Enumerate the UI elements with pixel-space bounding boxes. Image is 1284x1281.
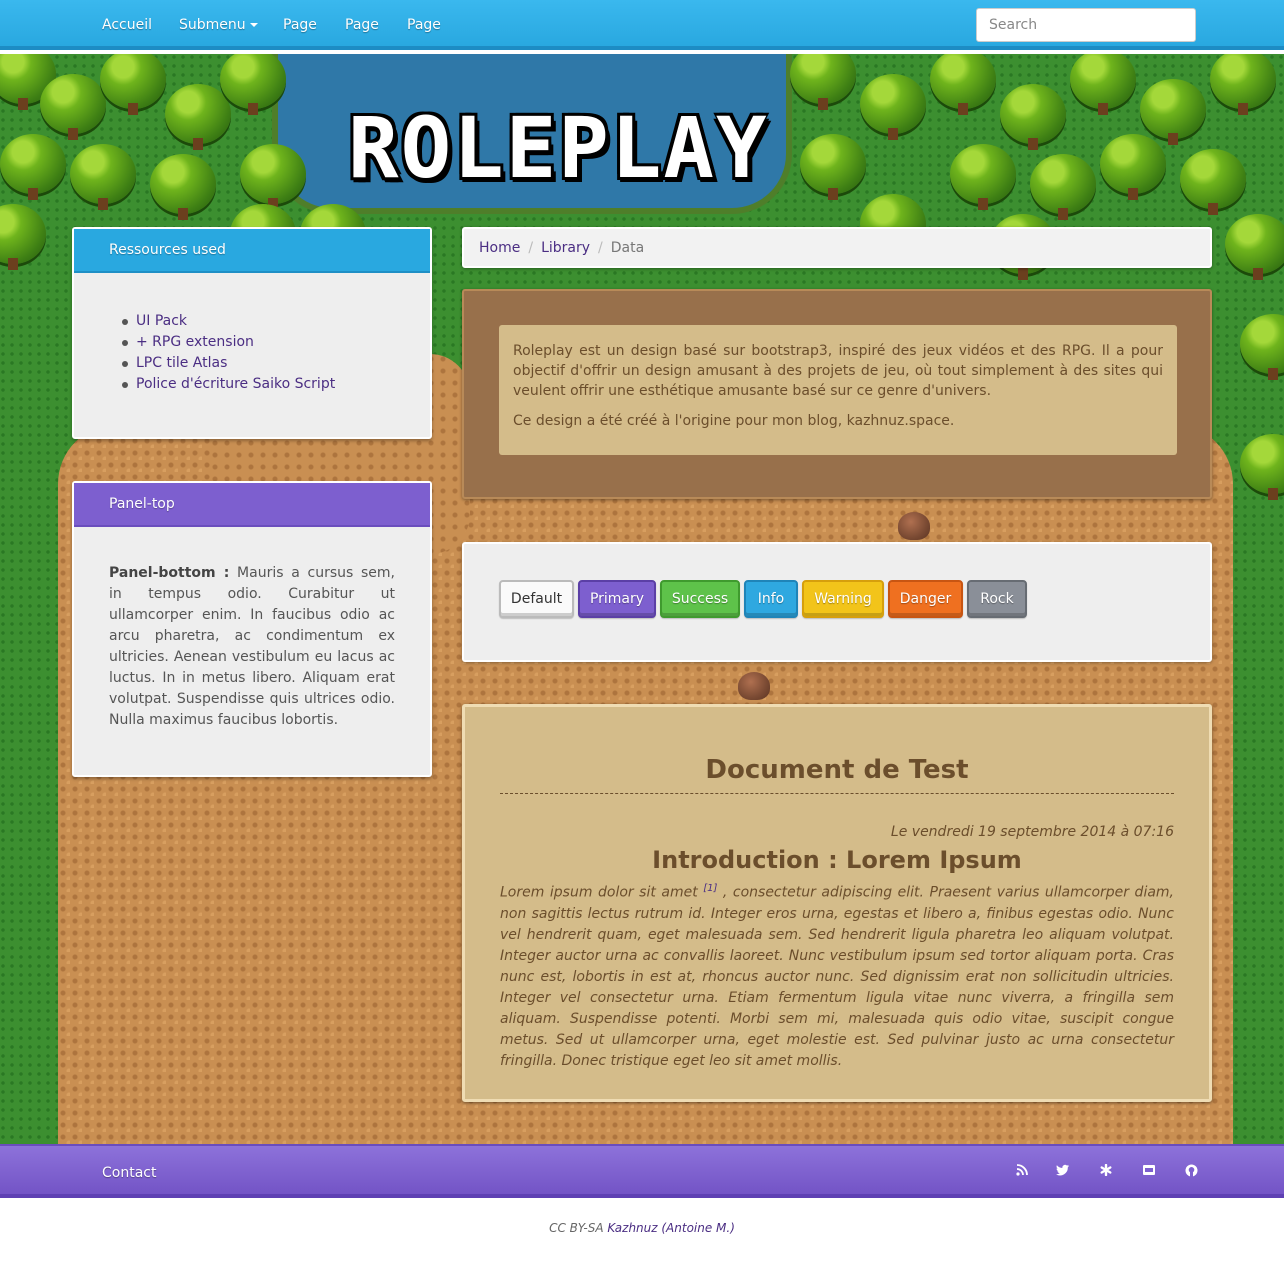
breadcrumb-active: Data <box>610 240 645 256</box>
credits-license: CC BY-SA <box>549 1221 608 1235</box>
tree-icon <box>70 144 136 210</box>
tree-icon <box>1180 149 1246 215</box>
resources-list: UI Pack + RPG extension LPC tile Atlas P… <box>74 273 430 395</box>
caret-down-icon <box>249 23 258 27</box>
nav-item-accueil[interactable]: Accueil <box>102 17 152 33</box>
tree-icon <box>950 144 1016 210</box>
tree-icon <box>1030 154 1096 220</box>
document-body: Lorem ipsum dolor sit amet [1] , consect… <box>500 878 1174 1072</box>
default-button[interactable]: Default <box>499 580 574 618</box>
rss-icon[interactable] <box>1014 1164 1030 1180</box>
search-input[interactable] <box>976 8 1196 42</box>
nav-item-submenu[interactable]: Submenu <box>179 17 258 33</box>
document-subtitle: Introduction : Lorem Ipsum <box>652 846 1022 874</box>
breadcrumb: Home / Library / Data <box>462 227 1212 268</box>
github-icon[interactable] <box>1183 1164 1199 1180</box>
breadcrumb-separator: / <box>528 240 534 256</box>
credits-line: CC BY-SA Kazhnuz (Antoine M.) <box>0 1221 1284 1235</box>
tree-icon <box>240 144 306 210</box>
tree-icon <box>1225 214 1284 280</box>
resource-link-lpc-tile-atlas[interactable]: LPC tile Atlas <box>122 353 430 374</box>
tree-icon <box>40 74 106 140</box>
tree-icon <box>150 154 216 220</box>
asterisk-icon[interactable] <box>1098 1163 1114 1180</box>
rock-icon <box>738 672 770 700</box>
success-button[interactable]: Success <box>660 580 740 618</box>
nav-item-page-3[interactable]: Page <box>407 17 441 33</box>
wood-panel: Roleplay est un design basé sur bootstra… <box>462 289 1212 499</box>
breadcrumb-separator: / <box>598 240 603 256</box>
footer-bar: Contact <box>0 1144 1284 1198</box>
primary-button[interactable]: Primary <box>578 580 656 618</box>
panel-top: Panel-top Panel-bottom : Mauris a cursus… <box>72 481 432 777</box>
warning-button[interactable]: Warning <box>802 580 884 618</box>
resource-link-ui-pack[interactable]: UI Pack <box>122 311 430 332</box>
nav-item-page-2[interactable]: Page <box>345 17 379 33</box>
resource-link-saiko-script[interactable]: Police d'écriture Saiko Script <box>122 374 430 395</box>
tree-icon <box>1000 84 1066 150</box>
buttons-panel: Default Primary Success Info Warning Dan… <box>462 542 1212 662</box>
document-lead: Lorem ipsum dolor sit amet <box>500 884 704 901</box>
info-button[interactable]: Info <box>744 580 798 618</box>
top-navbar: Accueil Submenu Page Page Page <box>0 0 1284 50</box>
panel-top-title: Panel-top <box>74 483 430 527</box>
document-date: Le vendredi 19 septembre 2014 à 07:16 <box>890 824 1174 840</box>
resources-panel: Ressources used UI Pack + RPG extension … <box>72 227 432 439</box>
resources-panel-title: Ressources used <box>74 229 430 273</box>
danger-button[interactable]: Danger <box>888 580 963 618</box>
intro-well: Roleplay est un design basé sur bootstra… <box>499 325 1177 455</box>
document-text: , consectetur adipiscing elit. Praesent … <box>500 884 1174 1069</box>
breadcrumb-library[interactable]: Library <box>541 240 590 256</box>
intro-paragraph-1: Roleplay est un design basé sur bootstra… <box>513 343 1163 399</box>
breadcrumb-home[interactable]: Home <box>479 240 520 256</box>
deviantart-icon[interactable] <box>1141 1164 1157 1180</box>
credits-author-link[interactable]: Kazhnuz (Antoine M.) <box>607 1221 735 1235</box>
site-logo[interactable]: ROLEPLAY <box>348 106 938 190</box>
footer-contact-link[interactable]: Contact <box>102 1165 156 1181</box>
document-title: Document de Test <box>500 755 1174 794</box>
nav-item-submenu-label: Submenu <box>179 17 246 33</box>
tree-icon <box>0 134 66 200</box>
tree-icon <box>165 84 231 150</box>
document-panel: Document de Test Le vendredi 19 septembr… <box>462 704 1212 1102</box>
resource-link-rpg-extension[interactable]: + RPG extension <box>122 332 430 353</box>
tree-icon <box>1100 134 1166 200</box>
panel-bottom-text: Mauris a cursus sem, in tempus odio. Cur… <box>109 565 395 728</box>
panel-bottom-body: Panel-bottom : Mauris a cursus sem, in t… <box>74 527 430 767</box>
rock-icon <box>898 512 930 540</box>
footnote-link[interactable]: [1] <box>703 883 717 894</box>
intro-paragraph-2: Ce design a été créé à l'origine pour mo… <box>513 413 955 429</box>
twitter-icon[interactable] <box>1055 1164 1071 1180</box>
nav-item-page-1[interactable]: Page <box>283 17 317 33</box>
tree-icon <box>1140 79 1206 145</box>
panel-bottom-label: Panel-bottom : <box>109 565 230 581</box>
rock-button[interactable]: Rock <box>967 580 1027 618</box>
